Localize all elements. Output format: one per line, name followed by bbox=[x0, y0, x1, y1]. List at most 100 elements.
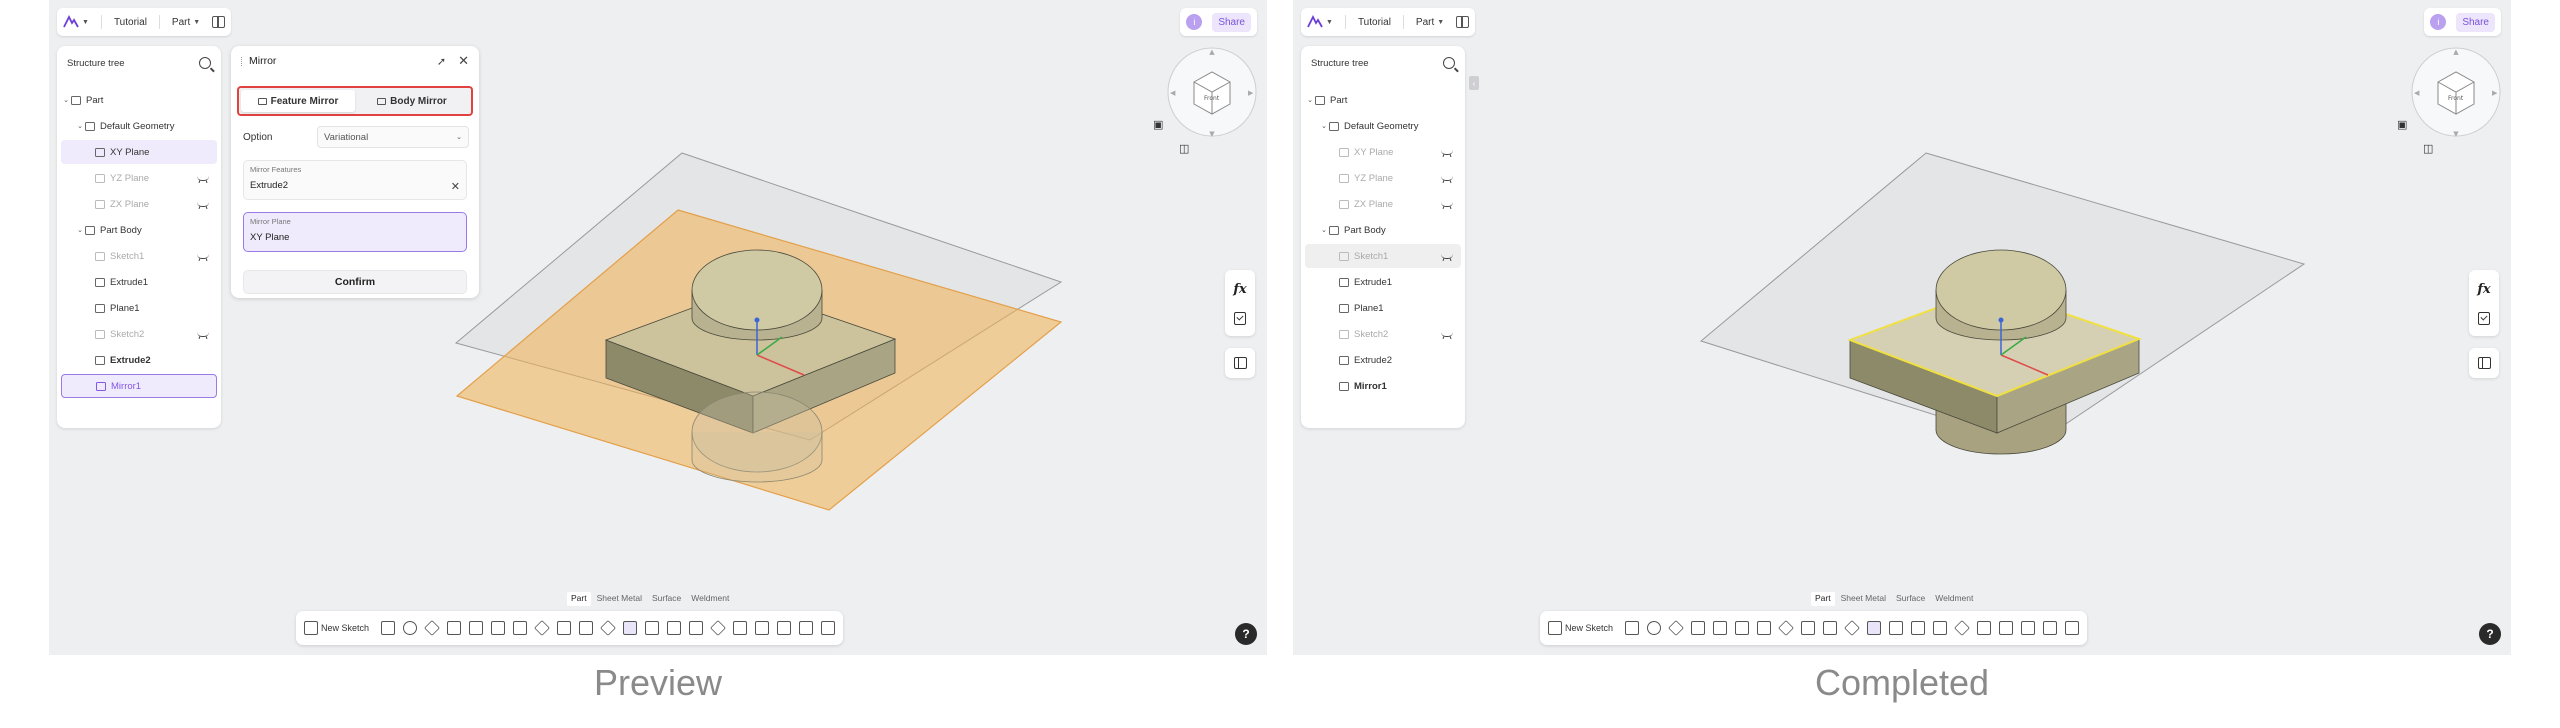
hidden-eye-icon[interactable] bbox=[1441, 202, 1453, 207]
view-cube[interactable]: Front ▲ ▼ ◀ ▶ bbox=[1164, 44, 1260, 140]
search-icon[interactable] bbox=[1443, 57, 1455, 69]
tab-part[interactable]: Part bbox=[567, 592, 591, 606]
revolve-icon[interactable] bbox=[1647, 621, 1662, 635]
user-avatar[interactable]: i bbox=[1186, 14, 1203, 30]
hidden-eye-icon[interactable] bbox=[197, 176, 209, 181]
clear-icon[interactable]: ✕ bbox=[451, 180, 460, 193]
tree-item-sketch1[interactable]: Sketch1 bbox=[1305, 244, 1461, 268]
confirm-button[interactable]: Confirm bbox=[243, 270, 467, 294]
split-icon[interactable] bbox=[667, 621, 682, 635]
tree-item-plane1[interactable]: Plane1 bbox=[1305, 296, 1461, 320]
search-icon[interactable] bbox=[199, 57, 211, 69]
body-mirror-button[interactable]: Body Mirror bbox=[355, 90, 469, 112]
hidden-eye-icon[interactable] bbox=[197, 202, 209, 207]
combine-icon[interactable] bbox=[689, 621, 704, 635]
share-button[interactable]: Share bbox=[2456, 12, 2495, 32]
part-menu[interactable]: Part ▼ bbox=[1416, 17, 1444, 28]
pin-icon[interactable]: ➚ bbox=[437, 55, 446, 68]
chamfer-icon[interactable] bbox=[1778, 620, 1794, 636]
draft-icon[interactable] bbox=[557, 621, 572, 635]
hidden-eye-icon[interactable] bbox=[197, 332, 209, 337]
view-cube[interactable]: Front ▲ ▼ ◀ ▶ bbox=[2408, 44, 2504, 140]
tree-item-default-geometry[interactable]: ⌄ Default Geometry bbox=[61, 114, 217, 138]
checklist-icon[interactable] bbox=[1234, 311, 1246, 325]
help-icon[interactable]: ? bbox=[1235, 623, 1257, 645]
pattern-icon[interactable] bbox=[645, 621, 660, 635]
viewport-3d[interactable] bbox=[1293, 0, 2511, 655]
draft-icon[interactable] bbox=[1801, 621, 1816, 635]
tab-part[interactable]: Part bbox=[1811, 592, 1835, 606]
hidden-eye-icon[interactable] bbox=[1441, 176, 1453, 181]
tree-item-part[interactable]: ⌄ Part bbox=[1305, 88, 1461, 112]
tree-item-mirror1[interactable]: Mirror1 bbox=[61, 374, 217, 398]
tree-item-extrude2[interactable]: Extrude2 bbox=[61, 348, 217, 372]
share-button[interactable]: Share bbox=[1212, 12, 1251, 32]
thicken-icon[interactable] bbox=[600, 620, 616, 636]
tree-item-zx-plane[interactable]: ZX Plane bbox=[1305, 192, 1461, 216]
panel-toggle-icon[interactable] bbox=[1456, 16, 1470, 28]
tree-item-sketch2[interactable]: Sketch2 bbox=[1305, 322, 1461, 346]
view-mode-icon[interactable]: ◫ bbox=[2423, 142, 2433, 155]
panel-toggle-icon[interactable] bbox=[212, 16, 226, 28]
tutorial-link[interactable]: Tutorial bbox=[114, 17, 147, 28]
insert-part-icon[interactable] bbox=[821, 621, 836, 635]
tab-weldment[interactable]: Weldment bbox=[687, 592, 733, 606]
tree-item-sketch2[interactable]: Sketch2 bbox=[61, 322, 217, 346]
fx-icon[interactable]: fx bbox=[1233, 282, 1246, 297]
tab-sheet-metal[interactable]: Sheet Metal bbox=[1837, 592, 1890, 606]
chamfer-icon[interactable] bbox=[534, 620, 550, 636]
hidden-eye-icon[interactable] bbox=[1441, 332, 1453, 337]
split-icon[interactable] bbox=[1911, 621, 1926, 635]
rib-icon[interactable] bbox=[1713, 621, 1728, 635]
tab-sheet-metal[interactable]: Sheet Metal bbox=[593, 592, 646, 606]
loft-icon[interactable] bbox=[447, 621, 462, 635]
tab-surface[interactable]: Surface bbox=[648, 592, 685, 606]
move-body-icon[interactable] bbox=[710, 620, 726, 636]
mirror-tool-icon[interactable] bbox=[623, 621, 638, 635]
fillet-icon[interactable] bbox=[1757, 621, 1772, 635]
tree-item-mirror1[interactable]: Mirror1 bbox=[1305, 374, 1461, 398]
hole-icon[interactable] bbox=[491, 621, 506, 635]
feature-mirror-button[interactable]: Feature Mirror bbox=[241, 90, 355, 112]
hole-icon[interactable] bbox=[1735, 621, 1750, 635]
fx-icon[interactable]: fx bbox=[2477, 282, 2490, 297]
fit-view-icon[interactable]: ▣ bbox=[2397, 118, 2407, 131]
thicken-icon[interactable] bbox=[1844, 620, 1860, 636]
shell-icon[interactable] bbox=[1823, 621, 1838, 635]
sweep-icon[interactable] bbox=[424, 620, 440, 636]
revolve-icon[interactable] bbox=[403, 621, 418, 635]
tree-item-extrude2[interactable]: Extrude2 bbox=[1305, 348, 1461, 372]
tree-item-yz-plane[interactable]: YZ Plane bbox=[1305, 166, 1461, 190]
fillet-icon[interactable] bbox=[513, 621, 528, 635]
tree-item-extrude1[interactable]: Extrude1 bbox=[1305, 270, 1461, 294]
help-icon[interactable]: ? bbox=[2479, 623, 2501, 645]
tree-item-part[interactable]: ⌄ Part bbox=[61, 88, 217, 112]
hidden-eye-icon[interactable] bbox=[197, 254, 209, 259]
datum-plane-icon[interactable] bbox=[1977, 621, 1992, 635]
extrude-icon[interactable] bbox=[381, 621, 396, 635]
tab-surface[interactable]: Surface bbox=[1892, 592, 1929, 606]
checklist-icon[interactable] bbox=[2478, 311, 2490, 325]
section-view-icon[interactable] bbox=[2043, 621, 2058, 635]
section-view-icon[interactable] bbox=[799, 621, 814, 635]
drag-handle-icon[interactable] bbox=[241, 56, 243, 66]
tab-weldment[interactable]: Weldment bbox=[1931, 592, 1977, 606]
hidden-eye-icon[interactable] bbox=[1441, 150, 1453, 155]
measure-icon[interactable] bbox=[2021, 621, 2036, 635]
pattern-icon[interactable] bbox=[1889, 621, 1904, 635]
tree-item-part-body[interactable]: ⌄ Part Body bbox=[1305, 218, 1461, 242]
datum-axis-icon[interactable] bbox=[755, 621, 770, 635]
insert-part-icon[interactable] bbox=[2065, 621, 2080, 635]
tree-item-zx-plane[interactable]: ZX Plane bbox=[61, 192, 217, 216]
combine-icon[interactable] bbox=[1933, 621, 1948, 635]
move-body-icon[interactable] bbox=[1954, 620, 1970, 636]
user-avatar[interactable]: i bbox=[2430, 14, 2447, 30]
app-menu[interactable]: ▼ bbox=[63, 15, 89, 29]
shell-icon[interactable] bbox=[579, 621, 594, 635]
side-panel-button[interactable] bbox=[2469, 348, 2499, 378]
close-icon[interactable]: ✕ bbox=[458, 53, 469, 69]
rib-icon[interactable] bbox=[469, 621, 484, 635]
tutorial-link[interactable]: Tutorial bbox=[1358, 17, 1391, 28]
view-mode-icon[interactable]: ◫ bbox=[1179, 142, 1189, 155]
fit-view-icon[interactable]: ▣ bbox=[1153, 118, 1163, 131]
